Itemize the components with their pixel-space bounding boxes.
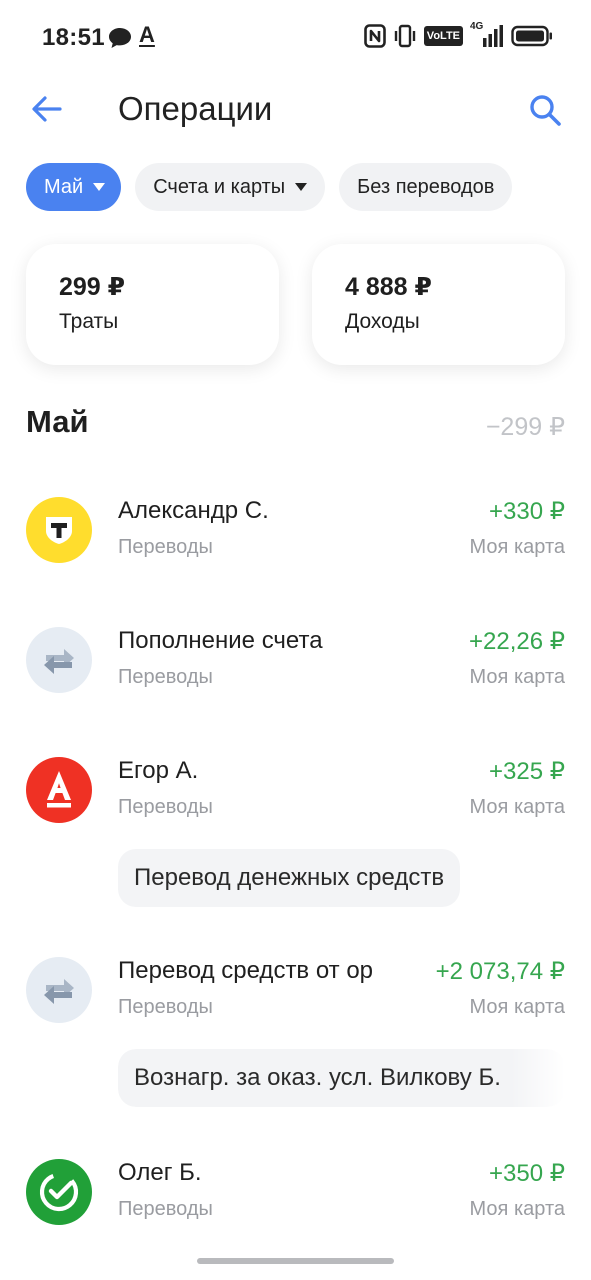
operation-amount: +350 ₽ bbox=[489, 1160, 565, 1187]
operation-category: Переводы bbox=[118, 1198, 213, 1220]
letter-a-text: A bbox=[139, 22, 155, 47]
filter-chip-month[interactable]: Май bbox=[26, 163, 122, 211]
operation-account: Моя карта bbox=[469, 1198, 565, 1220]
search-icon[interactable] bbox=[528, 93, 562, 127]
operation-name: Александр С. bbox=[118, 497, 269, 524]
transfer-arrows-glyph bbox=[44, 979, 74, 1004]
operation-note: Вознагр. за оказ. усл. Вилкову Б. bbox=[118, 1049, 565, 1107]
operation-name: Олег Б. bbox=[118, 1159, 202, 1186]
operation-account: Моя карта bbox=[469, 796, 565, 818]
page-title: Операции bbox=[118, 90, 273, 127]
transfer-arrows-icon bbox=[26, 627, 92, 693]
operation-amount: +22,26 ₽ bbox=[468, 628, 565, 655]
operation-amount: +325 ₽ bbox=[489, 758, 565, 785]
vibrate-icon bbox=[394, 24, 415, 48]
filter-chip-label: Без переводов bbox=[357, 175, 495, 198]
operation-category: Переводы bbox=[118, 666, 213, 688]
month-title: Май bbox=[26, 404, 89, 439]
sber-check-glyph bbox=[39, 1172, 79, 1212]
filter-chip-label: Счета и карты bbox=[153, 175, 286, 198]
signal-icon bbox=[483, 25, 503, 47]
letter-a-icon: A bbox=[139, 22, 155, 48]
operation-name: Пополнение счета bbox=[118, 627, 323, 654]
network-type: 4G bbox=[470, 21, 504, 48]
filter-chip-label: Май bbox=[44, 175, 84, 198]
operation-amount: +2 073,74 ₽ bbox=[435, 958, 565, 985]
operation-category: Переводы bbox=[118, 536, 213, 558]
income-label: Доходы bbox=[345, 310, 420, 333]
caret-down-icon bbox=[93, 183, 106, 191]
month-total: −299 ₽ bbox=[485, 413, 565, 441]
operation-category: Переводы bbox=[118, 996, 213, 1018]
alfa-bank-icon bbox=[26, 757, 92, 823]
operation-name: Егор А. bbox=[118, 757, 199, 784]
operation-category: Переводы bbox=[118, 796, 213, 818]
home-indicator[interactable] bbox=[197, 1258, 394, 1264]
income-amount: 4 888 ₽ bbox=[345, 273, 432, 301]
volte-icon: VoLTE bbox=[423, 26, 463, 46]
filter-chip-no-transfers[interactable]: Без переводов bbox=[339, 163, 513, 211]
status-icons: VoLTE 4G bbox=[363, 21, 553, 48]
filter-chips: Май Счета и карты Без переводов bbox=[26, 163, 591, 213]
operation-amount: +330 ₽ bbox=[489, 498, 565, 525]
tinkoff-bank-icon bbox=[26, 497, 92, 563]
alfa-letter-glyph bbox=[47, 771, 71, 808]
operation-note: Перевод денежных средств bbox=[118, 849, 461, 907]
sberbank-icon bbox=[26, 1159, 92, 1225]
spending-amount: 299 ₽ bbox=[59, 273, 126, 301]
operation-account: Моя карта bbox=[469, 666, 565, 688]
spending-label: Траты bbox=[59, 310, 119, 333]
nfc-icon bbox=[363, 24, 386, 48]
tinkoff-shield-glyph bbox=[46, 517, 72, 544]
spending-card[interactable]: 299 ₽ Траты bbox=[26, 244, 279, 365]
status-time: 18:51 bbox=[42, 24, 105, 51]
operation-account: Моя карта bbox=[469, 536, 565, 558]
transfer-arrows-icon bbox=[26, 957, 92, 1023]
back-arrow-icon[interactable] bbox=[30, 92, 64, 126]
transfer-arrows-glyph bbox=[44, 649, 74, 674]
operation-name: Перевод средств от ор bbox=[118, 957, 374, 984]
battery-icon bbox=[511, 25, 552, 47]
status-bar: 18:51 A VoLTE 4G bbox=[0, 0, 591, 76]
caret-down-icon bbox=[295, 183, 308, 191]
operation-account: Моя карта bbox=[469, 996, 565, 1018]
chat-bubble-icon bbox=[109, 28, 131, 48]
filter-chip-accounts[interactable]: Счета и карты bbox=[135, 163, 326, 211]
income-card[interactable]: 4 888 ₽ Доходы bbox=[312, 244, 565, 365]
volte-text: VoLTE bbox=[426, 30, 460, 42]
